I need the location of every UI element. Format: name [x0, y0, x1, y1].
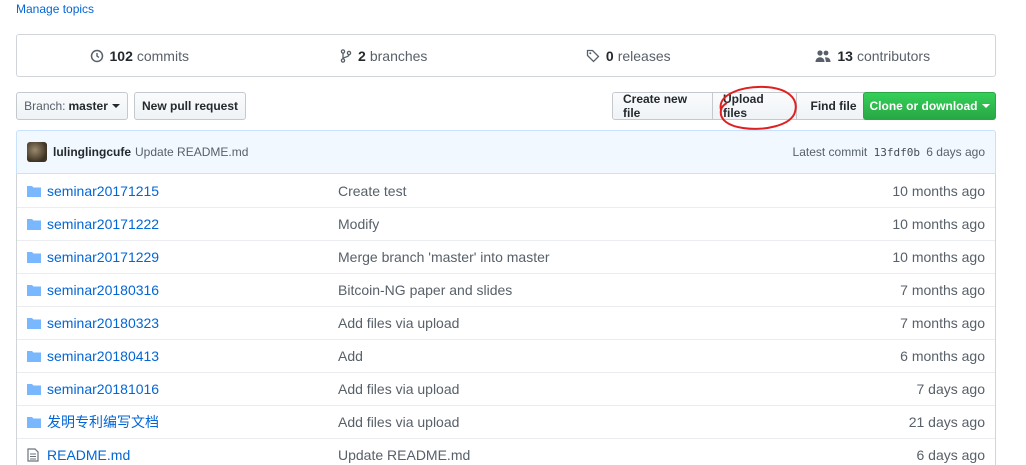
file-age: 6 days ago: [916, 447, 986, 463]
contributors-count: 13: [837, 47, 853, 64]
commit-message-link[interactable]: Update README.md: [135, 145, 248, 159]
branches-stat[interactable]: 2 branches: [262, 35, 507, 76]
file-commit-message[interactable]: Bitcoin-NG paper and slides: [338, 282, 795, 298]
upload-files-button[interactable]: Upload files: [712, 93, 796, 119]
file-commit-message[interactable]: Add: [338, 348, 795, 364]
branch-select-button[interactable]: Branch: master: [16, 92, 128, 120]
file-age: 7 months ago: [900, 282, 985, 298]
folder-icon: [17, 251, 47, 263]
file-name-link[interactable]: seminar20180316: [47, 282, 338, 298]
file-text-icon: [17, 448, 47, 462]
folder-icon: [17, 284, 47, 296]
file-name-link[interactable]: 发明专利编写文档: [47, 412, 338, 432]
branches-count: 2: [358, 47, 366, 64]
table-row: seminar20180316 Bitcoin-NG paper and sli…: [17, 273, 995, 306]
file-name-link[interactable]: seminar20180413: [47, 348, 338, 364]
table-row: seminar20180413 Add 6 months ago: [17, 339, 995, 372]
new-pull-request-button[interactable]: New pull request: [134, 92, 246, 120]
find-file-button[interactable]: Find file: [796, 93, 870, 119]
people-icon: [815, 49, 831, 62]
folder-icon: [17, 218, 47, 230]
create-new-file-button[interactable]: Create new file: [613, 93, 712, 119]
file-commit-message[interactable]: Create test: [338, 183, 795, 199]
file-name-link[interactable]: seminar20171222: [47, 216, 338, 232]
file-age: 10 months ago: [892, 216, 985, 232]
branches-label: branches: [369, 47, 428, 64]
latest-commit-label: Latest commit: [792, 145, 868, 159]
file-list: seminar20171215 Create test 10 months ag…: [16, 174, 996, 465]
file-commit-message[interactable]: Modify: [338, 216, 795, 232]
file-commit-message[interactable]: Merge branch 'master' into master: [338, 249, 795, 265]
file-commit-message[interactable]: Add files via upload: [338, 381, 795, 397]
clone-label: Clone or download: [869, 99, 978, 113]
table-row: seminar20181016 Add files via upload 7 d…: [17, 372, 995, 405]
folder-icon: [17, 317, 47, 329]
history-icon: [90, 49, 103, 62]
latest-commit-info: Latest commit 13fdf0b 6 days ago: [793, 145, 985, 159]
file-actions-group: Create new file Upload files Find file: [612, 92, 871, 120]
table-row: 发明专利编写文档 Add files via upload 21 days ag…: [17, 405, 995, 438]
commit-author-link[interactable]: lulinglingcufe: [53, 145, 131, 159]
folder-icon: [17, 350, 47, 362]
caret-down-icon: [111, 104, 120, 108]
folder-icon: [17, 416, 47, 428]
branch-name: master: [68, 99, 108, 113]
file-name-link[interactable]: seminar20180323: [47, 315, 338, 331]
repo-stats-bar: 102 commits 2 branches 0 releases 13 con…: [16, 34, 996, 77]
commit-age: 6 days ago: [926, 145, 985, 159]
table-row: seminar20171222 Modify 10 months ago: [17, 207, 995, 240]
file-name-link[interactable]: README.md: [47, 447, 338, 463]
latest-commit-bar: lulinglingcufe Update README.md Latest c…: [16, 130, 996, 174]
table-row: seminar20171229 Merge branch 'master' in…: [17, 240, 995, 273]
git-branch-icon: [340, 48, 352, 63]
manage-topics-link[interactable]: Manage topics: [16, 2, 94, 16]
clone-or-download-button[interactable]: Clone or download: [863, 92, 996, 120]
commits-label: commits: [136, 47, 189, 64]
file-age: 10 months ago: [892, 249, 985, 265]
commit-sha-link[interactable]: 13fdf0b: [874, 146, 920, 159]
releases-stat[interactable]: 0 releases: [506, 35, 751, 76]
commits-count: 102: [109, 47, 133, 64]
file-name-link[interactable]: seminar20171229: [47, 249, 338, 265]
folder-icon: [17, 185, 47, 197]
file-commit-message[interactable]: Add files via upload: [338, 315, 795, 331]
file-name-link[interactable]: seminar20171215: [47, 183, 338, 199]
file-commit-message[interactable]: Add files via upload: [338, 414, 795, 430]
contributors-label: contributors: [856, 47, 931, 64]
table-row: README.md Update README.md 6 days ago: [17, 438, 995, 465]
contributors-stat[interactable]: 13 contributors: [751, 35, 996, 76]
file-age: 6 months ago: [900, 348, 985, 364]
branch-prefix: Branch:: [24, 99, 66, 113]
releases-count: 0: [605, 47, 614, 64]
file-age: 7 months ago: [900, 315, 985, 331]
folder-icon: [17, 383, 47, 395]
table-row: seminar20180323 Add files via upload 7 m…: [17, 306, 995, 339]
table-row: seminar20171215 Create test 10 months ag…: [17, 174, 995, 207]
file-name-link[interactable]: seminar20181016: [47, 381, 338, 397]
file-commit-message[interactable]: Update README.md: [338, 447, 795, 463]
file-age: 7 days ago: [916, 381, 986, 397]
file-age: 10 months ago: [892, 182, 985, 199]
tag-icon: [586, 49, 600, 62]
caret-down-icon: [981, 104, 990, 108]
commits-stat[interactable]: 102 commits: [17, 35, 262, 76]
file-age: 21 days ago: [908, 414, 985, 430]
avatar[interactable]: [27, 142, 47, 162]
releases-label: releases: [617, 47, 671, 64]
